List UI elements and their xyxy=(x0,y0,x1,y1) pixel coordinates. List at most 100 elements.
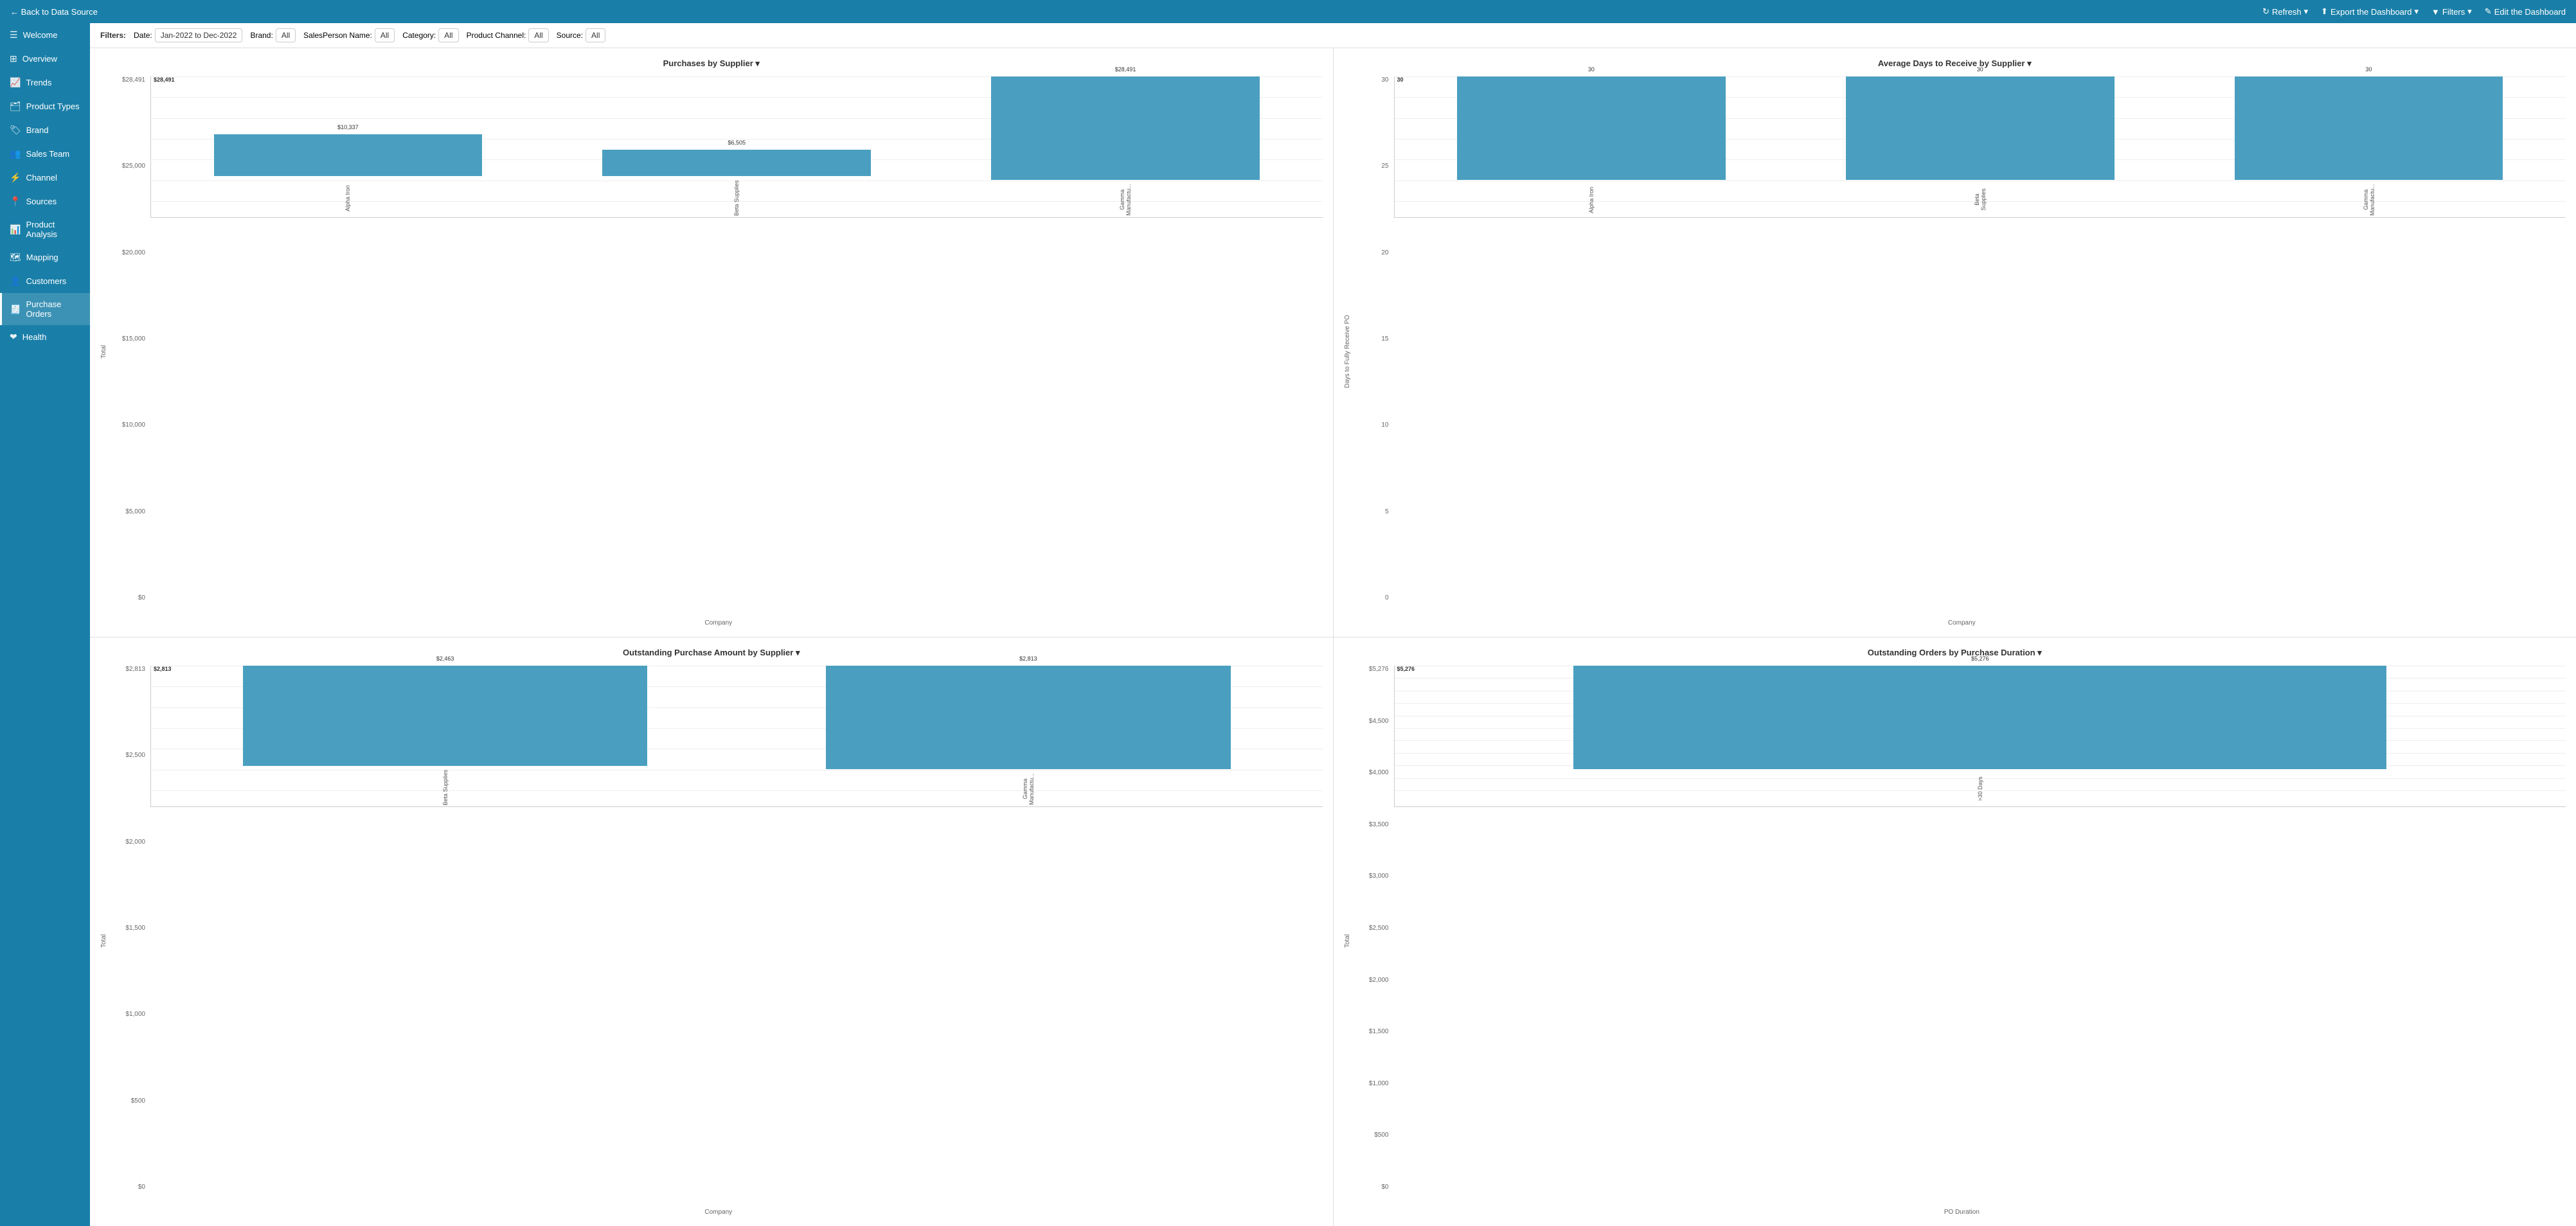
chart-title-outstanding-orders-by-duration[interactable]: Outstanding Orders by Purchase Duration … xyxy=(1344,648,2566,658)
chart-inner-outstanding-amount-by-supplier: $0$500$1,000$1,500$2,000$2,500$2,813 $2,8… xyxy=(114,666,1323,1216)
sidebar-icon-welcome: ☰ xyxy=(10,30,18,40)
source-filter-chip[interactable]: All xyxy=(586,28,605,42)
bar[interactable]: $2,813 xyxy=(826,666,1230,769)
y-tick: $15,000 xyxy=(114,335,145,342)
bar[interactable]: 30 xyxy=(1846,76,2115,180)
y-tick: $25,000 xyxy=(114,163,145,170)
bar-value: $5,276 xyxy=(1971,655,1989,662)
sidebar-label-overview: Overview xyxy=(22,54,57,64)
bar-group[interactable]: $2,813 Gamma Manufactu... xyxy=(739,666,1317,806)
sidebar-icon-health: ❤ xyxy=(10,332,17,342)
charts-grid: Purchases by Supplier ▾ Total $0 $5,000 $10,… xyxy=(90,48,2576,1226)
bar-group[interactable]: $6,505Beta Supplies xyxy=(545,76,929,217)
y-tick: $5,000 xyxy=(114,508,145,515)
export-button[interactable]: ⬆ Export the Dashboard▾ xyxy=(2321,6,2419,17)
sidebar-item-overview[interactable]: ⊞ Overview xyxy=(0,47,90,71)
y-tick: $2,500 xyxy=(1358,925,1389,932)
sidebar-icon-overview: ⊞ xyxy=(10,53,17,64)
bar-label: Gamma Manufactu... xyxy=(1022,772,1035,806)
bar[interactable]: $6,505 xyxy=(602,150,871,176)
filters-button[interactable]: ▼ Filters▾ xyxy=(2431,6,2472,17)
sidebar-item-health[interactable]: ❤Health xyxy=(0,325,90,349)
bar[interactable]: 30 xyxy=(2235,76,2503,180)
sidebar-item-brand[interactable]: 🏷Brand xyxy=(0,118,90,142)
sidebar-icon-brand: 🏷 xyxy=(10,125,21,136)
y-tick: $2,000 xyxy=(114,839,145,846)
y-tick: 10 xyxy=(1358,422,1389,429)
y-tick: 0 xyxy=(1358,594,1389,601)
y-tick: $20,000 xyxy=(114,249,145,256)
sidebar-label-channel: Channel xyxy=(26,173,57,182)
sidebar-item-sales-team[interactable]: 👥Sales Team xyxy=(0,142,90,166)
bar-label: Beta Supplies xyxy=(1974,182,1987,217)
bar-group[interactable]: 30 Beta Supplies xyxy=(1788,76,2172,217)
bar-group[interactable]: $10,337Alpha Iron xyxy=(156,76,540,217)
sidebar-item-product-analysis[interactable]: 📊Product Analysis xyxy=(0,213,90,245)
bars-and-yaxis-outstanding-orders-by-duration: $0$500$1,000$1,500$2,000$2,500$3,000$3,5… xyxy=(1358,666,2566,1206)
chart-area-avg-days-by-supplier: Days to Fully Receive PO0510152025303030… xyxy=(1344,76,2566,626)
sidebar: ☰Welcome ⊞ Overview 📈 Trends 🗂 Product Types 🏷B… xyxy=(0,23,90,1226)
bars-and-yaxis-outstanding-amount-by-supplier: $0$500$1,000$1,500$2,000$2,500$2,813 $2,8… xyxy=(114,666,1323,1206)
y-tick: $5,276 xyxy=(1358,666,1389,673)
bar-label: >30 Days xyxy=(1977,772,1983,806)
sidebar-icon-product-types: 🗂 xyxy=(10,101,21,112)
sidebar-item-customers[interactable]: 👤Customers xyxy=(0,269,90,293)
sidebar-item-channel[interactable]: ⚡Channel xyxy=(0,166,90,190)
chart-title-avg-days-by-supplier[interactable]: Average Days to Receive by Supplier ▾ xyxy=(1344,58,2566,69)
bar-group[interactable]: $28,491Gamma Manufactu... xyxy=(934,76,1318,217)
bar-value: 30 xyxy=(1588,66,1595,73)
sidebar-icon-trends: 📈 xyxy=(10,77,21,88)
chart-panel-avg-days-by-supplier: Average Days to Receive by Supplier ▾Day… xyxy=(1334,48,2576,637)
bar-group[interactable]: $5,276 >30 Days xyxy=(1400,666,2561,806)
chart-area-purchases-by-supplier: Total$0$5,000$10,000$15,000$20,000$25,00… xyxy=(100,76,1323,626)
source-filter-group: Source: All xyxy=(557,28,606,42)
bar[interactable]: $28,491 xyxy=(991,76,1260,180)
sidebar-label-product-types: Product Types xyxy=(26,102,80,111)
y-tick: 25 xyxy=(1358,163,1389,170)
chart-inner-outstanding-orders-by-duration: $0$500$1,000$1,500$2,000$2,500$3,000$3,5… xyxy=(1358,666,2566,1216)
sidebar-item-purchase-orders[interactable]: 🧾Purchase Orders xyxy=(0,293,90,325)
bar-group[interactable]: 30Alpha Iron xyxy=(1400,76,1784,217)
sidebar-label-product-analysis: Product Analysis xyxy=(26,220,82,239)
sidebar-item-welcome[interactable]: ☰Welcome xyxy=(0,23,90,47)
bar[interactable]: 30 xyxy=(1457,76,1726,180)
brand-filter-label: Brand: xyxy=(250,31,273,40)
category-filter-chip[interactable]: All xyxy=(438,28,458,42)
edit-button[interactable]: ✎ Edit the Dashboard xyxy=(2485,6,2566,17)
layout: ☰Welcome⊞Overview📈Trends🗂Product Types🏷B… xyxy=(0,23,2576,1226)
y-axis-outstanding-amount-by-supplier: $0$500$1,000$1,500$2,000$2,500$2,813 xyxy=(114,666,148,1206)
back-to-data-source-button[interactable]: ← Back to Data Source xyxy=(10,7,98,17)
bar-group[interactable]: $2,463Beta Supplies xyxy=(156,666,734,806)
sidebar-icon-sales-team: 👥 xyxy=(10,148,21,159)
sidebar-item-sources[interactable]: 📍Sources xyxy=(0,190,90,213)
brand-filter-chip[interactable]: All xyxy=(276,28,296,42)
chart-inner-avg-days-by-supplier: 0510152025303030Alpha Iron30Beta Supplie… xyxy=(1358,76,2566,626)
bar[interactable]: $10,337 xyxy=(214,134,483,176)
chart-title-purchases-by-supplier[interactable]: Purchases by Supplier ▾ xyxy=(100,58,1323,69)
refresh-button[interactable]: ↻ Refresh▾ xyxy=(2262,6,2308,17)
date-filter-chip[interactable]: Jan-2022 to Dec-2022 xyxy=(155,28,243,42)
edit-icon: ✎ xyxy=(2485,6,2492,17)
y-axis-label-outstanding-amount-by-supplier: Total xyxy=(100,666,109,1216)
salesperson-filter-chip[interactable]: All xyxy=(375,28,395,42)
sidebar-item-product-types[interactable]: 🗂 Product Types xyxy=(0,94,90,118)
bar[interactable]: $5,276 xyxy=(1573,666,2386,769)
y-tick: $0 xyxy=(114,594,145,601)
y-tick: $500 xyxy=(114,1097,145,1105)
x-axis-title-outstanding-orders-by-duration: PO Duration xyxy=(1358,1209,2566,1216)
bar-group[interactable]: 30Gamma Manufactu... xyxy=(2177,76,2561,217)
category-filter-label: Category: xyxy=(402,31,436,40)
product-channel-filter-group: Product Channel: All xyxy=(467,28,549,42)
sidebar-label-trends: Trends xyxy=(26,78,51,87)
chart-panel-outstanding-amount-by-supplier: Outstanding Purchase Amount by Supplier … xyxy=(90,637,1333,1226)
y-tick: $4,000 xyxy=(1358,769,1389,776)
sidebar-label-mapping: Mapping xyxy=(26,253,58,262)
top-bar: ← Back to Data Source ↻ Refresh▾ ⬆ Expor… xyxy=(0,0,2576,23)
bar-value: $2,813 xyxy=(1019,655,1037,662)
sidebar-item-mapping[interactable]: 🗺Mapping xyxy=(0,245,90,269)
product-channel-filter-chip[interactable]: All xyxy=(528,28,548,42)
y-tick: $28,491 xyxy=(114,76,145,84)
chart-title-outstanding-amount-by-supplier[interactable]: Outstanding Purchase Amount by Supplier … xyxy=(100,648,1323,658)
bar[interactable]: $2,463 xyxy=(243,666,647,766)
sidebar-item-trends[interactable]: 📈 Trends xyxy=(0,71,90,94)
